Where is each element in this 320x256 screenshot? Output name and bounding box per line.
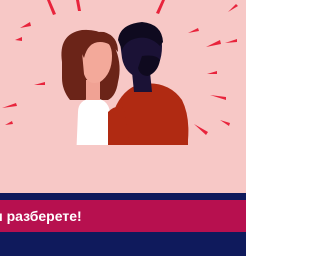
burst-ray: [220, 120, 230, 126]
cta-banner-button[interactable]: ест и разберете!: [0, 200, 246, 232]
burst-ray: [76, 0, 81, 11]
burst-ray: [210, 95, 226, 100]
burst-ray: [156, 0, 165, 14]
burst-ray: [15, 37, 22, 41]
footer-bar: [0, 232, 246, 256]
divider-stripe: [0, 193, 246, 200]
burst-ray: [206, 40, 221, 47]
hero-illustration: [0, 0, 246, 193]
hero-floor: [0, 145, 246, 193]
burst-ray: [2, 103, 17, 108]
burst-ray: [5, 121, 13, 125]
burst-ray: [225, 39, 237, 43]
burst-ray: [207, 71, 217, 74]
burst-ray: [188, 28, 199, 33]
burst-ray: [34, 82, 45, 85]
burst-ray: [20, 22, 31, 28]
burst-ray: [228, 4, 238, 12]
burst-ray: [194, 124, 208, 135]
burst-ray: [47, 0, 56, 15]
two-people-illustration: [0, 0, 246, 193]
cta-text: ест и разберете!: [0, 208, 82, 224]
